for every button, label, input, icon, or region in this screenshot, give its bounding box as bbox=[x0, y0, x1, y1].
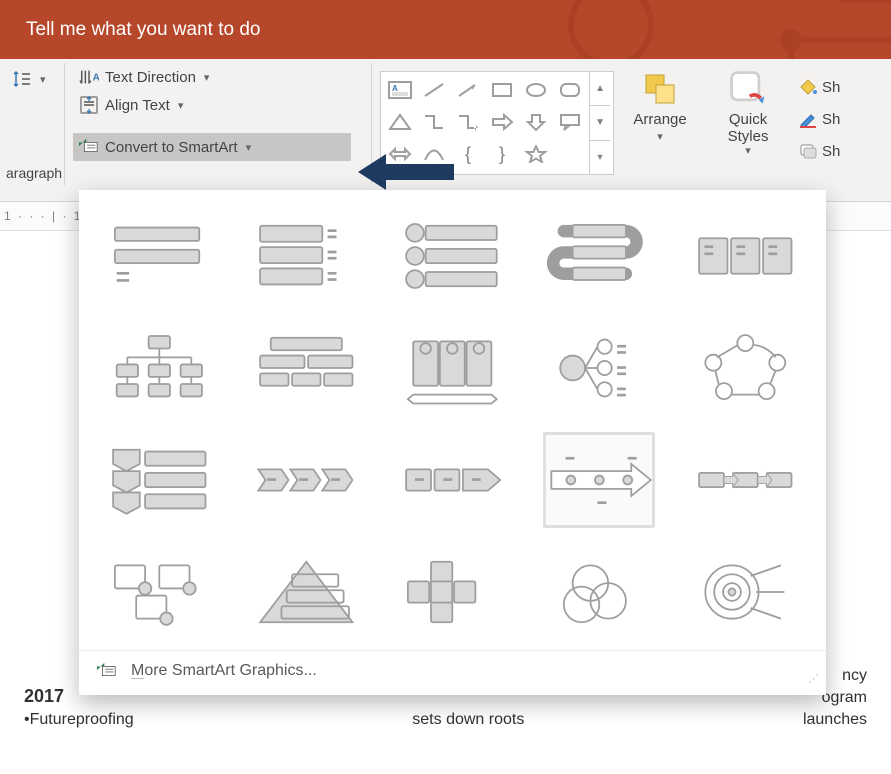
scroll-down-icon[interactable]: ▼ bbox=[590, 105, 610, 139]
more-smartart-label: More SmartArt Graphics... bbox=[131, 662, 317, 680]
slide-mid-text: sets down roots bbox=[412, 711, 524, 729]
smartart-option-alternating-flow[interactable] bbox=[689, 432, 802, 528]
quick-styles-button[interactable]: Quick Styles ▾ bbox=[706, 65, 790, 177]
smartart-option-table-hierarchy[interactable] bbox=[250, 320, 363, 416]
arrange-button[interactable]: Arrange ▾ bbox=[618, 65, 702, 177]
shape-fill-label: Sh bbox=[822, 79, 840, 96]
smartart-option-vertical-circle-list[interactable] bbox=[396, 208, 509, 304]
resize-grip-icon[interactable]: ⋰ bbox=[806, 677, 820, 691]
smartart-option-vertical-chevron-list[interactable] bbox=[103, 432, 216, 528]
smartart-option-radial-target[interactable] bbox=[689, 544, 802, 640]
smartart-option-basic-process[interactable] bbox=[396, 432, 509, 528]
shape-arrow-line-icon[interactable] bbox=[451, 74, 485, 106]
shape-fill-button[interactable]: Sh bbox=[798, 73, 840, 101]
chevron-down-icon: ▾ bbox=[178, 99, 184, 112]
shape-line-icon[interactable] bbox=[417, 74, 451, 106]
scroll-more-icon[interactable]: ▾ bbox=[590, 140, 610, 174]
align-text-button[interactable]: Align Text ▾ bbox=[73, 91, 363, 119]
line-spacing-icon bbox=[12, 69, 32, 89]
shape-effects-button[interactable]: Sh bbox=[798, 137, 840, 165]
slide-right-2: ogram bbox=[822, 689, 867, 707]
align-text-icon bbox=[79, 95, 99, 115]
quick-styles-icon bbox=[728, 69, 768, 109]
chevron-down-icon: ▾ bbox=[204, 71, 210, 84]
svg-text:A: A bbox=[392, 84, 398, 93]
text-direction-button[interactable]: A Text Direction ▾ bbox=[73, 63, 363, 91]
shape-callout-icon[interactable] bbox=[553, 106, 587, 138]
arrange-label: Arrange bbox=[633, 111, 686, 128]
smartart-option-hierarchy[interactable] bbox=[103, 320, 216, 416]
smartart-option-vertical-box-list[interactable] bbox=[250, 208, 363, 304]
smartart-dropdown: More SmartArt Graphics... ⋰ bbox=[79, 190, 826, 695]
shape-right-arrow-icon[interactable] bbox=[485, 106, 519, 138]
shapes-gallery-scroll[interactable]: ▲ ▼ ▾ bbox=[589, 72, 610, 174]
chevron-down-icon: ▾ bbox=[745, 144, 751, 157]
smartart-icon bbox=[97, 661, 117, 681]
align-text-label: Align Text bbox=[105, 97, 170, 114]
smartart-option-accent-arrow-process[interactable] bbox=[543, 432, 656, 528]
smartart-option-venn[interactable] bbox=[543, 544, 656, 640]
pencil-icon bbox=[798, 109, 818, 129]
arrange-icon bbox=[640, 69, 680, 109]
shape-outline-button[interactable]: Sh bbox=[798, 105, 840, 133]
more-smartart-button[interactable]: More SmartArt Graphics... bbox=[79, 650, 826, 691]
header-decoration bbox=[491, 0, 891, 59]
shape-elbow-arrow-icon[interactable] bbox=[451, 106, 485, 138]
shape-star-icon[interactable] bbox=[519, 138, 553, 170]
paragraph-fragment: ▾ aragraph bbox=[0, 59, 64, 181]
group-label-paragraph: aragraph bbox=[6, 165, 62, 181]
smartart-option-radial-cluster[interactable] bbox=[543, 320, 656, 416]
shape-elbow-connector-icon[interactable] bbox=[417, 106, 451, 138]
shape-textbox-icon[interactable]: A bbox=[383, 74, 417, 106]
text-direction-label: Text Direction bbox=[105, 69, 196, 86]
slide-right-1: ncy bbox=[842, 667, 867, 685]
effects-icon bbox=[798, 141, 818, 161]
slide-right-3: launches bbox=[803, 711, 867, 729]
shape-brace-right-icon[interactable]: } bbox=[485, 138, 519, 170]
smartart-option-plus-layout[interactable] bbox=[396, 544, 509, 640]
text-group: A Text Direction ▾ Align Text ▾ Convert … bbox=[65, 59, 371, 185]
smartart-option-segmented-process[interactable] bbox=[396, 320, 509, 416]
svg-text:A: A bbox=[93, 73, 99, 84]
smartart-option-horizontal-bullet-list[interactable] bbox=[689, 208, 802, 304]
shape-brace-left-icon[interactable]: { bbox=[451, 138, 485, 170]
shape-triangle-icon[interactable] bbox=[383, 106, 417, 138]
scroll-up-icon[interactable]: ▲ bbox=[590, 72, 610, 105]
chevron-down-icon: ▾ bbox=[246, 141, 252, 154]
slide-bullet-left: •Futureproofing bbox=[24, 711, 134, 729]
smartart-option-picture-caption-list[interactable] bbox=[103, 544, 216, 640]
tell-me-text: Tell me what you want to do bbox=[26, 19, 260, 41]
shape-effects-label: Sh bbox=[822, 143, 840, 160]
convert-to-smartart-label: Convert to SmartArt bbox=[105, 139, 238, 156]
tell-me-bar[interactable]: Tell me what you want to do bbox=[0, 0, 891, 59]
quick-styles-label: Quick Styles bbox=[728, 111, 769, 146]
smartart-option-bending-list[interactable] bbox=[543, 208, 656, 304]
bucket-icon bbox=[798, 77, 818, 97]
text-direction-icon: A bbox=[79, 67, 99, 87]
line-spacing-button[interactable]: ▾ bbox=[6, 65, 62, 93]
smartart-option-chevron-process[interactable] bbox=[250, 432, 363, 528]
shape-oval-icon[interactable] bbox=[519, 74, 553, 106]
shape-rectangle-icon[interactable] bbox=[485, 74, 519, 106]
smartart-option-vertical-bullet-list[interactable] bbox=[103, 208, 216, 304]
shape-outline-label: Sh bbox=[822, 111, 840, 128]
smartart-option-pyramid-list[interactable] bbox=[250, 544, 363, 640]
annotation-arrow bbox=[358, 152, 454, 192]
convert-to-smartart-button[interactable]: Convert to SmartArt ▾ bbox=[73, 133, 351, 161]
shape-down-arrow-icon[interactable] bbox=[519, 106, 553, 138]
smartart-option-cycle[interactable] bbox=[689, 320, 802, 416]
shape-rounded-rectangle-icon[interactable] bbox=[553, 74, 587, 106]
smartart-icon bbox=[79, 137, 99, 157]
chevron-down-icon: ▾ bbox=[657, 130, 663, 143]
chevron-down-icon: ▾ bbox=[40, 73, 46, 86]
